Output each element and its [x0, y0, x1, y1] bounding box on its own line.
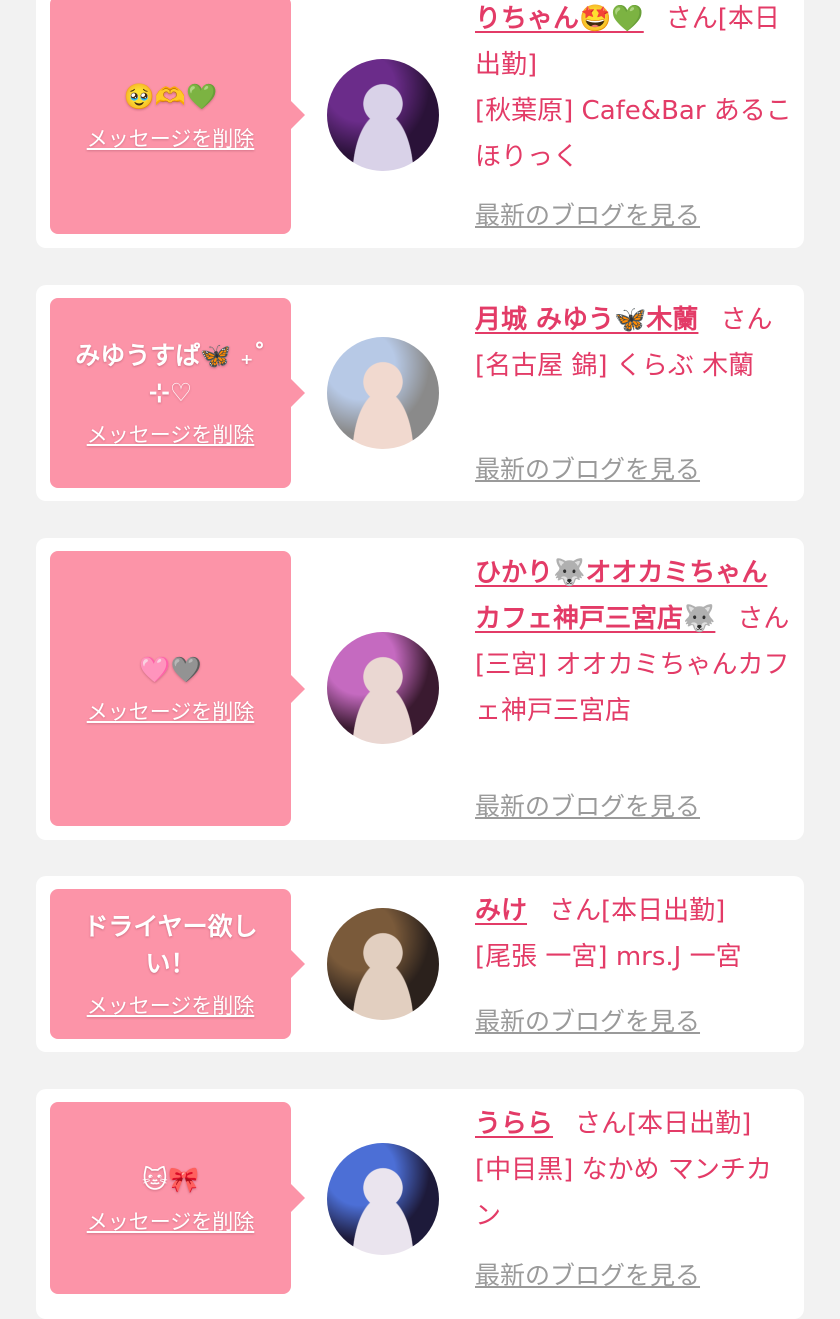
cast-info: うらら さん[本日出勤] [中目黒] なかめ マンチカン: [475, 1101, 793, 1239]
cast-name-link[interactable]: 月城 みゆう🦋木蘭: [475, 305, 698, 335]
message-text: 🐱🎀: [141, 1164, 200, 1194]
cast-suffix: さん: [737, 604, 790, 634]
cast-suffix: さん: [720, 305, 773, 335]
message-text: 🩷🩶: [139, 655, 202, 684]
delete-message-link[interactable]: メッセージを削除: [87, 990, 255, 1020]
cast-suffix: さん[本日出勤]: [549, 896, 726, 926]
latest-blog-link[interactable]: 最新のブログを見る: [475, 1256, 700, 1292]
shop-label: [尾張 一宮] mrs.J 一宮: [475, 942, 742, 972]
message-card: 🐱🎀 メッセージを削除 うらら さん[本日出勤] [中目黒] なかめ マンチカン …: [36, 1089, 804, 1319]
cast-name-link[interactable]: みけ: [475, 896, 527, 926]
message-card: 🩷🩶 メッセージを削除 ひかり🐺オオカミちゃんカフェ神戸三宮店🐺 さん [三宮] …: [36, 538, 804, 840]
cast-name-link[interactable]: りちゃん🤩💚: [475, 4, 644, 34]
cast-suffix: さん[本日出勤]: [575, 1109, 752, 1139]
shop-label: [名古屋 錦] くらぶ 木蘭: [475, 351, 755, 381]
message-text: ドライヤー欲しい！: [83, 912, 258, 978]
latest-blog-link[interactable]: 最新のブログを見る: [475, 196, 700, 232]
message-text: みゆうすぱ🦋 ₊˚⊹♡: [75, 341, 266, 407]
cast-name-link[interactable]: うらら: [475, 1109, 553, 1139]
avatar[interactable]: [327, 337, 439, 449]
message-card: 🥹🫶💚 メッセージを削除 りちゃん🤩💚 さん[本日出勤] [秋葉原] Cafe&B…: [36, 0, 804, 248]
message-bubble: 🩷🩶 メッセージを削除: [50, 551, 291, 826]
message-bubble: みゆうすぱ🦋 ₊˚⊹♡ メッセージを削除: [50, 298, 291, 488]
message-bubble: 🐱🎀 メッセージを削除: [50, 1102, 291, 1294]
cast-info: ひかり🐺オオカミちゃんカフェ神戸三宮店🐺 さん [三宮] オオカミちゃんカフェ神戸…: [475, 550, 793, 734]
shop-label: [中目黒] なかめ マンチカン: [475, 1155, 772, 1231]
avatar[interactable]: [327, 59, 439, 171]
latest-blog-link[interactable]: 最新のブログを見る: [475, 787, 700, 823]
delete-message-link[interactable]: メッセージを削除: [87, 1206, 255, 1236]
latest-blog-link[interactable]: 最新のブログを見る: [475, 1002, 700, 1038]
message-text: 🥹🫶💚: [123, 81, 218, 111]
avatar[interactable]: [327, 908, 439, 1020]
message-bubble: 🥹🫶💚 メッセージを削除: [50, 0, 291, 234]
cast-name-link[interactable]: ひかり🐺オオカミちゃんカフェ神戸三宮店🐺: [475, 558, 767, 634]
message-bubble: ドライヤー欲しい！ メッセージを削除: [50, 889, 291, 1039]
delete-message-link[interactable]: メッセージを削除: [87, 123, 255, 153]
shop-label: [三宮] オオカミちゃんカフェ神戸三宮店: [475, 650, 790, 726]
delete-message-link[interactable]: メッセージを削除: [87, 419, 255, 449]
cast-info: 月城 みゆう🦋木蘭 さん [名古屋 錦] くらぶ 木蘭: [475, 297, 793, 389]
latest-blog-link[interactable]: 最新のブログを見る: [475, 450, 700, 486]
shop-label: [秋葉原] Cafe&Bar あるこほりっく: [475, 96, 792, 172]
avatar[interactable]: [327, 632, 439, 744]
cast-info: りちゃん🤩💚 さん[本日出勤] [秋葉原] Cafe&Bar あるこほりっく: [475, 0, 793, 180]
message-card: みゆうすぱ🦋 ₊˚⊹♡ メッセージを削除 月城 みゆう🦋木蘭 さん [名古屋 錦]…: [36, 285, 804, 501]
cast-info: みけ さん[本日出勤] [尾張 一宮] mrs.J 一宮: [475, 888, 793, 980]
avatar[interactable]: [327, 1143, 439, 1255]
delete-message-link[interactable]: メッセージを削除: [87, 696, 255, 726]
message-card: ドライヤー欲しい！ メッセージを削除 みけ さん[本日出勤] [尾張 一宮] mr…: [36, 876, 804, 1052]
